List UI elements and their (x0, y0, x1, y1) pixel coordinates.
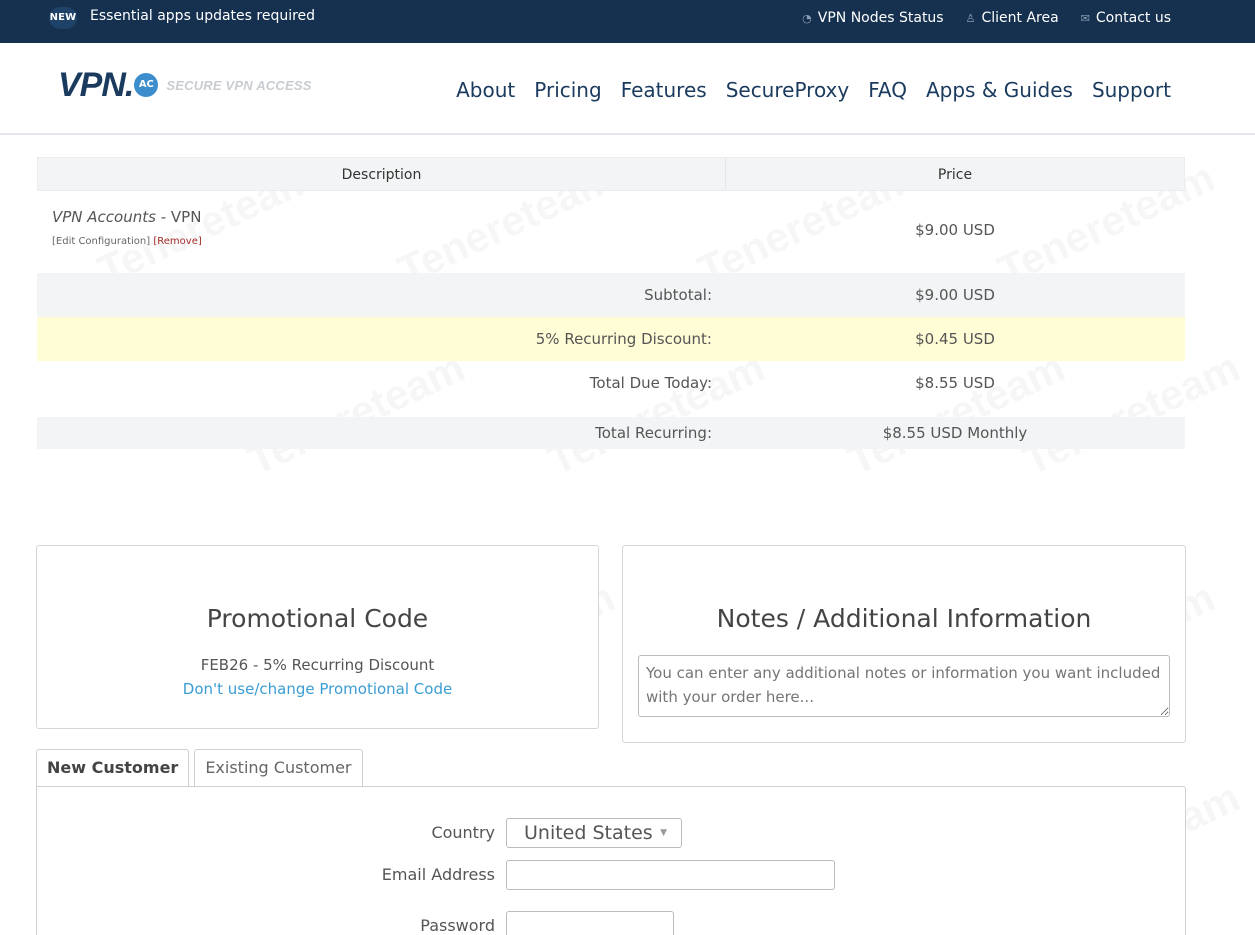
total-due-value: $8.55 USD (915, 374, 995, 392)
item-actions: [Edit Configuration] [Remove] (52, 236, 202, 247)
signal-icon: ◔ (802, 11, 812, 25)
vpn-nodes-status-link[interactable]: ◔ VPN Nodes Status (802, 10, 943, 26)
nav-about[interactable]: About (456, 78, 515, 102)
subtotal-row: Subtotal: $9.00 USD (37, 273, 1185, 317)
mail-icon: ✉ (1080, 11, 1090, 25)
total-due-row: Total Due Today: $8.55 USD (37, 361, 1185, 405)
order-summary-table: Description Price VPN Accounts - VPN [Ed… (37, 157, 1185, 449)
contact-us-link[interactable]: ✉ Contact us (1081, 10, 1171, 26)
nav-support[interactable]: Support (1092, 78, 1171, 102)
nav-pricing[interactable]: Pricing (534, 78, 601, 102)
logo-badge: AC (134, 72, 159, 97)
chevron-down-icon: ▼ (660, 828, 667, 838)
table-row: VPN Accounts - VPN [Edit Configuration] … (37, 191, 1185, 273)
notes-panel: Notes / Additional Information (622, 545, 1186, 743)
header-description: Description (38, 158, 726, 190)
promo-title: Promotional Code (206, 604, 429, 633)
tab-new-customer[interactable]: New Customer (36, 749, 190, 788)
discount-row: 5% Recurring Discount: $0.45 USD (37, 317, 1185, 361)
client-area-label: Client Area (981, 10, 1059, 26)
applied-promo-code: FEB26 - 5% Recurring Discount (200, 656, 435, 674)
nav-faq[interactable]: FAQ (868, 78, 907, 102)
notes-textarea[interactable] (638, 655, 1170, 717)
logo-wordmark: VPN. (58, 66, 134, 104)
logo[interactable]: VPN. AC SECURE VPN ACCESS (58, 66, 312, 105)
email-field[interactable] (506, 860, 835, 890)
total-due-label: Total Due Today: (589, 374, 712, 392)
tab-existing-customer[interactable]: Existing Customer (194, 749, 363, 787)
product-group: VPN Accounts (52, 208, 156, 226)
email-label: Email Address (381, 865, 495, 884)
new-badge: NEW (49, 7, 77, 29)
user-icon: ♙ (965, 11, 976, 25)
edit-configuration-link[interactable]: [Edit Configuration] (52, 236, 150, 247)
subtotal-value: $9.00 USD (915, 286, 995, 304)
notes-title: Notes / Additional Information (716, 604, 1092, 633)
total-recurring-value: $8.55 USD Monthly (882, 424, 1028, 442)
vpn-nodes-status-label: VPN Nodes Status (817, 10, 944, 26)
table-header: Description Price (37, 157, 1185, 191)
nav-secureproxy[interactable]: SecureProxy (726, 78, 850, 102)
new-customer-form: Country United States ▼ Email Address Pa… (36, 786, 1186, 935)
change-promo-link[interactable]: Don't use/change Promotional Code (37, 680, 598, 698)
top-links: ◔ VPN Nodes Status ♙ Client Area ✉ Conta… (802, 10, 1171, 26)
total-recurring-row: Total Recurring: $8.55 USD Monthly (37, 417, 1185, 449)
remove-link[interactable]: [Remove] (153, 236, 201, 247)
product-name: VPN Accounts - VPN (52, 208, 201, 226)
country-select[interactable]: United States ▼ (506, 818, 682, 848)
item-price: $9.00 USD (915, 221, 995, 239)
main-nav: About Pricing Features SecureProxy FAQ A… (456, 78, 1171, 102)
country-label: Country (431, 823, 495, 842)
nav-apps-guides[interactable]: Apps & Guides (926, 78, 1073, 102)
product-title: - VPN (155, 208, 202, 226)
client-area-link[interactable]: ♙ Client Area (966, 10, 1059, 26)
site-header: VPN. AC SECURE VPN ACCESS About Pricing … (0, 43, 1255, 135)
country-selected-value: United States (524, 822, 653, 844)
subtotal-label: Subtotal: (644, 286, 712, 304)
contact-us-label: Contact us (1095, 10, 1171, 26)
password-label: Password (420, 916, 495, 935)
promo-code-panel: Promotional Code FEB26 - 5% Recurring Di… (36, 545, 599, 729)
password-field[interactable] (506, 911, 674, 935)
nav-features[interactable]: Features (621, 78, 707, 102)
logo-tagline: SECURE VPN ACCESS (166, 78, 312, 93)
discount-value: $0.45 USD (915, 330, 995, 348)
header-price: Price (937, 167, 973, 183)
total-recurring-label: Total Recurring: (595, 424, 712, 442)
announcement-bar: NEW Essential apps updates required ◔ VP… (0, 0, 1255, 43)
announcement-link[interactable]: Essential apps updates required (90, 8, 315, 24)
discount-label: 5% Recurring Discount: (535, 330, 712, 348)
customer-tabs: New Customer Existing Customer (36, 749, 363, 788)
